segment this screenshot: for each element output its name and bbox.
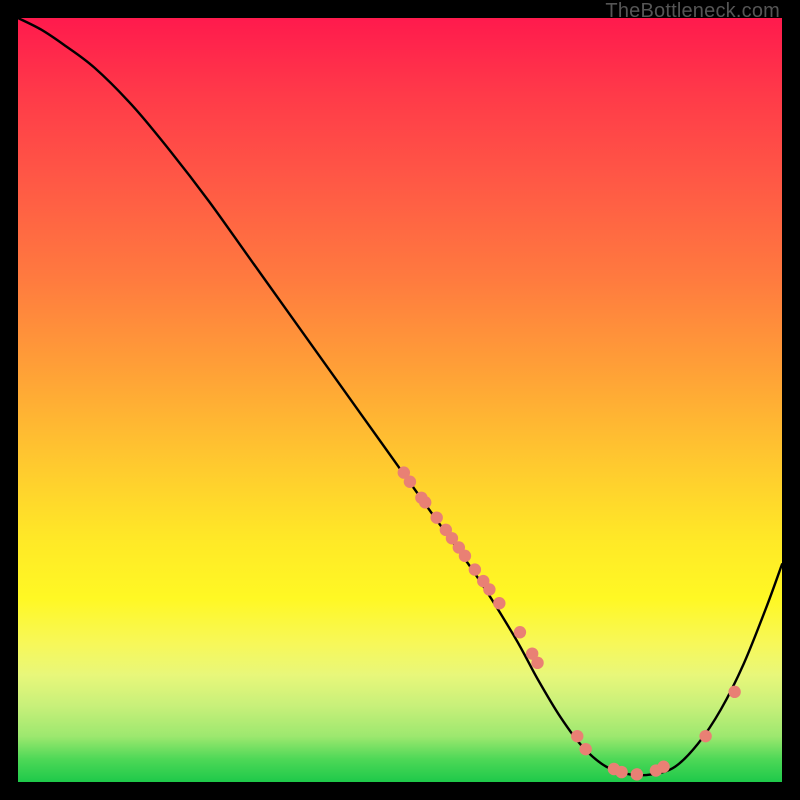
- plot-area: [18, 18, 782, 782]
- data-dot: [579, 743, 591, 755]
- data-dot: [459, 550, 471, 562]
- data-dot: [657, 761, 669, 773]
- data-dot: [571, 730, 583, 742]
- data-dot: [493, 597, 505, 609]
- data-dot: [615, 766, 627, 778]
- data-dot: [419, 496, 431, 508]
- data-dot: [404, 476, 416, 488]
- data-dot: [430, 511, 442, 523]
- bottleneck-curve-svg: [18, 18, 782, 782]
- data-dot: [483, 583, 495, 595]
- data-dot: [631, 768, 643, 780]
- data-dot: [728, 686, 740, 698]
- data-dot: [531, 657, 543, 669]
- data-dots-group: [398, 466, 741, 780]
- data-dot: [514, 626, 526, 638]
- data-dot: [469, 563, 481, 575]
- bottleneck-curve-path: [18, 18, 782, 775]
- data-dot: [699, 730, 711, 742]
- chart-container: TheBottleneck.com: [0, 0, 800, 800]
